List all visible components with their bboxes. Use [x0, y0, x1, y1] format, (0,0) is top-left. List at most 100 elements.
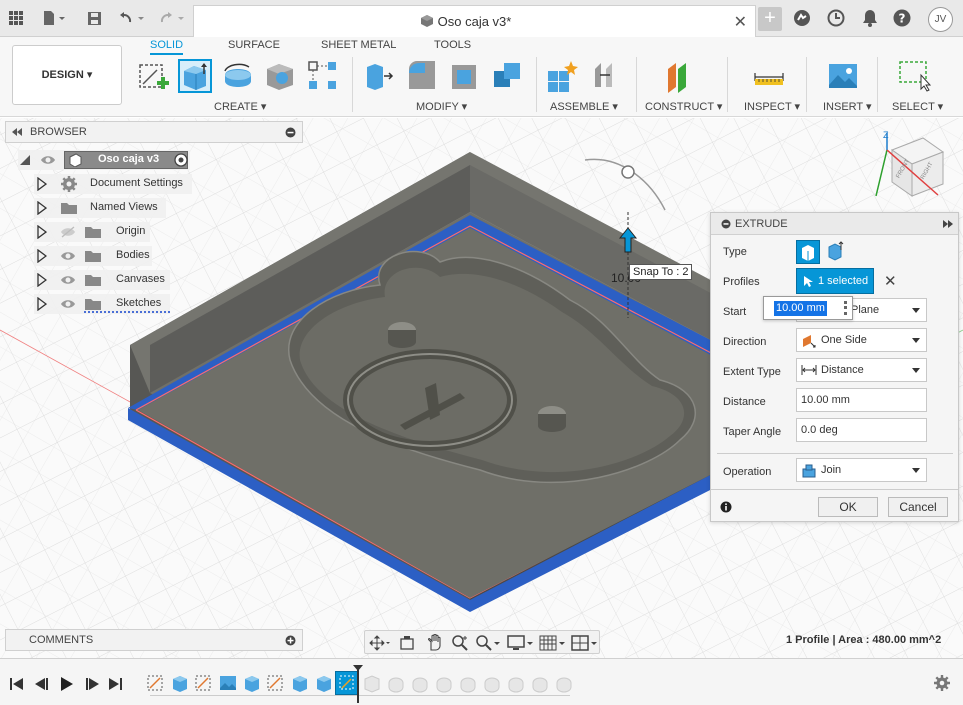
profiles-selector[interactable]: 1 selected: [796, 268, 874, 294]
save-icon[interactable]: [84, 8, 104, 28]
tab-sheet-metal[interactable]: SHEET METAL: [321, 39, 396, 51]
operation-dropdown[interactable]: Join: [796, 458, 927, 482]
timeline-extrude-icon[interactable]: [290, 673, 310, 693]
pattern-icon[interactable]: [306, 59, 340, 93]
zoom-icon[interactable]: [451, 634, 469, 652]
joint-icon[interactable]: [590, 59, 624, 93]
extensions-icon[interactable]: [792, 8, 812, 28]
app-grid-icon[interactable]: [6, 8, 26, 28]
user-avatar[interactable]: JV: [928, 7, 953, 32]
create-menu[interactable]: CREATE ▾: [214, 100, 266, 113]
measure-icon[interactable]: [752, 59, 786, 93]
timeline-suppressed-icon[interactable]: [506, 673, 526, 693]
file-menu-icon[interactable]: [38, 8, 70, 28]
visibility-eye-icon[interactable]: [60, 274, 76, 286]
tree-item-sketches[interactable]: Sketches: [34, 294, 170, 314]
rotate-handle[interactable]: [621, 165, 635, 179]
timeline-suppressed-icon[interactable]: [434, 673, 454, 693]
visibility-eye-icon[interactable]: [60, 298, 76, 310]
visibility-eye-icon[interactable]: [60, 250, 76, 262]
shell-icon[interactable]: [448, 59, 482, 93]
timeline-suppressed-icon[interactable]: [458, 673, 478, 693]
hole-icon[interactable]: [263, 59, 297, 93]
timeline-extrude-icon[interactable]: [314, 673, 334, 693]
revolve-icon[interactable]: [221, 59, 255, 93]
timeline-suppressed-icon[interactable]: [362, 673, 382, 693]
redo-icon[interactable]: [156, 8, 188, 28]
tree-expand-icon[interactable]: [19, 154, 31, 166]
new-component-icon[interactable]: [545, 59, 579, 93]
offset-plane-icon[interactable]: [664, 59, 698, 93]
activate-radio-icon[interactable]: [174, 153, 188, 167]
browser-minimize-icon[interactable]: [285, 127, 296, 138]
tree-item-canvases[interactable]: Canvases: [34, 270, 170, 290]
tree-expand-icon[interactable]: [37, 201, 47, 215]
combine-icon[interactable]: [491, 59, 525, 93]
insert-menu[interactable]: INSERT ▾: [823, 100, 872, 113]
workspace-switcher[interactable]: DESIGN ▾: [12, 45, 122, 105]
tree-item-bodies[interactable]: Bodies: [34, 246, 152, 266]
assemble-menu[interactable]: ASSEMBLE ▾: [550, 100, 618, 113]
info-icon[interactable]: [720, 501, 732, 513]
undo-icon[interactable]: [116, 8, 148, 28]
type-thin-button[interactable]: [824, 240, 848, 264]
extent-type-dropdown[interactable]: Distance: [796, 358, 927, 382]
timeline-settings-gear-icon[interactable]: [933, 674, 951, 692]
visibility-eye-icon[interactable]: [40, 154, 56, 166]
modify-menu[interactable]: MODIFY ▾: [416, 100, 467, 113]
add-comment-icon[interactable]: [285, 635, 296, 646]
timeline-extrude-icon[interactable]: [170, 673, 190, 693]
direction-dropdown[interactable]: One Side: [796, 328, 927, 352]
tree-item-origin[interactable]: Origin: [34, 222, 150, 242]
extrude-icon[interactable]: [178, 59, 212, 93]
hidden-eye-icon[interactable]: [60, 226, 76, 238]
timeline-suppressed-icon[interactable]: [410, 673, 430, 693]
select-menu[interactable]: SELECT ▾: [892, 100, 943, 113]
timeline-suppressed-icon[interactable]: [386, 673, 406, 693]
tree-expand-icon[interactable]: [37, 225, 47, 239]
create-sketch-icon[interactable]: [137, 59, 171, 93]
timeline-sketch-icon[interactable]: [266, 673, 286, 693]
timeline-extrude-icon[interactable]: [242, 673, 262, 693]
viewports-icon[interactable]: [571, 634, 599, 652]
new-tab-button[interactable]: +: [758, 7, 782, 31]
timeline-sketch-icon[interactable]: [194, 673, 214, 693]
collapse-browser-icon[interactable]: [11, 127, 23, 137]
construct-menu[interactable]: CONSTRUCT ▾: [645, 100, 722, 113]
start-offset-input[interactable]: 10.00 mm: [774, 301, 827, 316]
tree-item-document-settings[interactable]: Document Settings: [34, 174, 192, 194]
clear-selection-icon[interactable]: ✕: [884, 272, 897, 290]
notifications-icon[interactable]: [860, 8, 880, 28]
expand-panel-icon[interactable]: [942, 219, 954, 229]
timeline-suppressed-icon[interactable]: [530, 673, 550, 693]
timeline-sketch-icon[interactable]: [146, 673, 166, 693]
help-icon[interactable]: ?: [892, 8, 912, 28]
grid-settings-icon[interactable]: [539, 634, 567, 652]
drag-handle-icon[interactable]: [844, 301, 847, 315]
tree-expand-icon[interactable]: [37, 297, 47, 311]
ok-button[interactable]: OK: [818, 497, 878, 517]
close-tab-icon[interactable]: ✕: [734, 12, 747, 32]
look-at-icon[interactable]: [399, 635, 415, 651]
orbit-move-icon[interactable]: [369, 635, 391, 651]
inspect-menu[interactable]: INSPECT ▾: [744, 100, 800, 113]
timeline-suppressed-icon[interactable]: [554, 673, 574, 693]
select-window-icon[interactable]: [897, 59, 932, 93]
tab-tools[interactable]: TOOLS: [434, 39, 471, 51]
tree-item-root[interactable]: Oso caja v3: [18, 150, 190, 170]
tree-expand-icon[interactable]: [37, 177, 47, 191]
tab-solid[interactable]: SOLID: [150, 39, 184, 55]
fillet-icon[interactable]: [405, 59, 439, 93]
distance-input[interactable]: 10.00 mm: [796, 388, 927, 412]
insert-image-icon[interactable]: [826, 59, 860, 93]
timeline-suppressed-icon[interactable]: [482, 673, 502, 693]
job-status-icon[interactable]: [826, 8, 846, 28]
display-settings-icon[interactable]: [507, 634, 535, 652]
type-solid-button[interactable]: [796, 240, 820, 264]
press-pull-icon[interactable]: [362, 59, 396, 93]
zoom-window-icon[interactable]: [475, 634, 501, 652]
tab-surface[interactable]: SURFACE: [228, 39, 280, 51]
collapse-panel-icon[interactable]: [721, 219, 731, 229]
tree-expand-icon[interactable]: [37, 273, 47, 287]
tree-expand-icon[interactable]: [37, 249, 47, 263]
